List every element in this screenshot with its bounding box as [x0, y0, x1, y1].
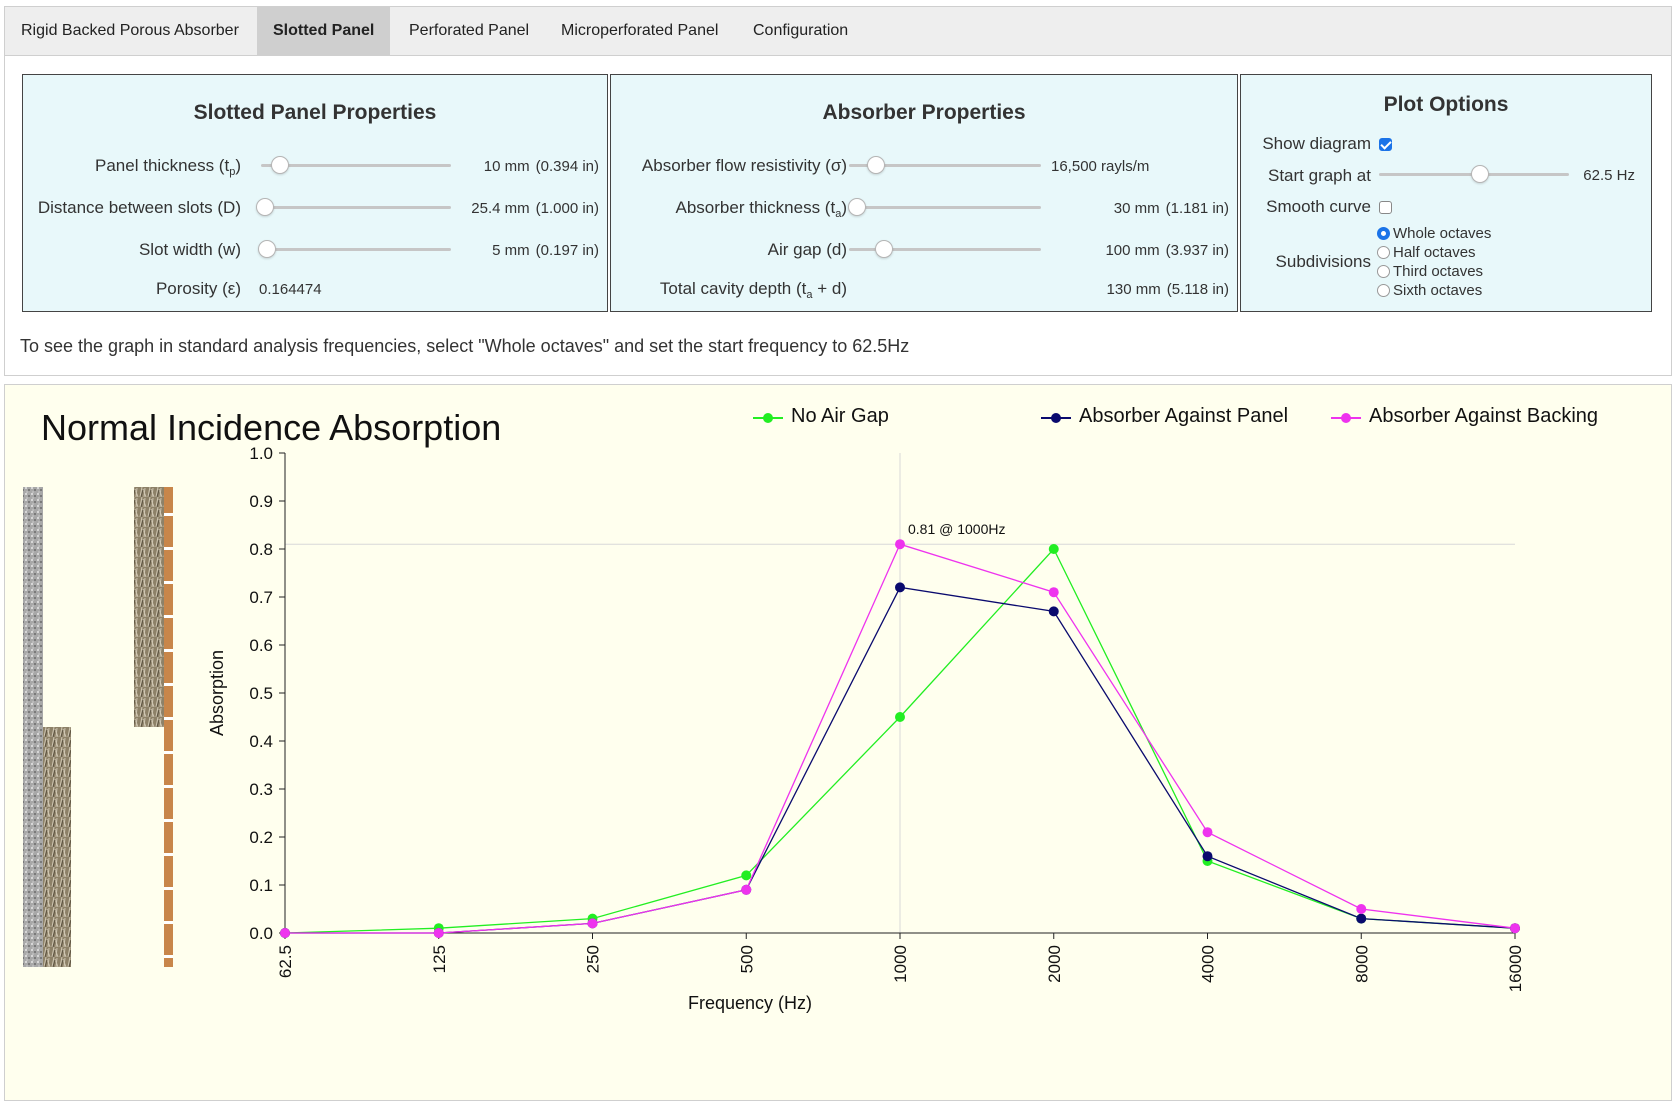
cavity-depth-label: Total cavity depth (ta + d)	[659, 279, 847, 301]
y-tick-label: 0.8	[249, 540, 273, 559]
smooth-curve-label: Smooth curve	[1266, 197, 1371, 216]
data-point[interactable]	[1356, 904, 1367, 914]
porosity-label: Porosity (ε)	[155, 279, 241, 298]
radio-third-octaves[interactable]: Third octaves	[1377, 263, 1483, 282]
smooth-curve-checkbox[interactable]	[1379, 201, 1392, 214]
data-point[interactable]	[1202, 851, 1213, 862]
slider-thumb[interactable]	[847, 198, 866, 216]
data-point[interactable]	[1356, 913, 1367, 924]
slot-distance-slider[interactable]	[255, 197, 451, 217]
absorber-properties: Absorber Properties Absorber flow resist…	[610, 74, 1238, 312]
slot-distance-value: 25.4 mm (1.000 in)	[471, 200, 599, 217]
x-tick-label: 250	[584, 945, 603, 973]
flow-resistivity-value: 16,500 rayls/m	[1051, 158, 1150, 175]
radio-button[interactable]	[1377, 246, 1390, 259]
air-gap-label: Air gap (d)	[767, 240, 847, 259]
air-gap-slider[interactable]	[849, 239, 1041, 259]
radio-whole-octaves[interactable]: Whole octaves	[1377, 225, 1491, 244]
y-tick-label: 0.0	[249, 924, 273, 943]
panel-thickness-label: Panel thickness (tp)	[95, 156, 241, 178]
data-point[interactable]	[1048, 544, 1059, 554]
x-tick-label: 4000	[1199, 945, 1218, 983]
slider-thumb[interactable]	[271, 156, 289, 174]
x-tick-label: 16000	[1506, 945, 1525, 992]
tab-bar: Rigid Backed Porous Absorber Slotted Pan…	[4, 6, 1672, 56]
y-tick-label: 0.6	[249, 636, 273, 655]
slider-thumb[interactable]	[257, 240, 276, 258]
start-graph-slider[interactable]	[1379, 164, 1569, 184]
subdivisions-label: Subdivisions	[1275, 252, 1371, 271]
x-tick-label: 500	[737, 945, 756, 973]
tab-perforated-panel[interactable]: Perforated Panel	[393, 7, 545, 55]
plot-options: Plot Options Show diagram Start graph at…	[1240, 74, 1652, 312]
data-point[interactable]	[895, 539, 905, 550]
panel-title: Plot Options	[1383, 93, 1509, 116]
data-point[interactable]	[741, 884, 752, 895]
slider-thumb[interactable]	[866, 156, 885, 174]
data-point[interactable]	[433, 928, 444, 938]
y-tick-label: 0.4	[249, 732, 273, 751]
slider-thumb[interactable]	[874, 240, 893, 258]
absorber-thickness-value: 30 mm (1.181 in)	[1113, 200, 1229, 217]
y-tick-label: 0.2	[249, 828, 273, 847]
panel-thickness-value: 10 mm (0.394 in)	[483, 158, 599, 175]
data-annotation: 0.81 @ 1000Hz	[908, 521, 1006, 537]
data-point[interactable]	[280, 928, 290, 938]
data-point[interactable]	[741, 870, 752, 881]
slot-width-value: 5 mm (0.197 in)	[492, 242, 599, 259]
air-gap-value: 100 mm (3.937 in)	[1105, 242, 1229, 259]
flow-resistivity-label: Absorber flow resistivity (σ)	[641, 156, 847, 175]
start-graph-value: 62.5 Hz	[1583, 167, 1635, 184]
panel-title: Slotted Panel Properties	[193, 101, 437, 124]
data-point[interactable]	[1202, 827, 1213, 838]
radio-button[interactable]	[1377, 265, 1390, 278]
y-tick-label: 0.1	[249, 876, 273, 895]
radio-half-octaves[interactable]: Half octaves	[1377, 244, 1476, 263]
panel-thickness-slider[interactable]	[261, 155, 451, 175]
tab-slotted-panel[interactable]: Slotted Panel	[257, 7, 391, 55]
panel-title: Absorber Properties	[822, 101, 1026, 124]
flow-resistivity-slider[interactable]	[849, 155, 1041, 175]
absorber-thickness-label: Absorber thickness (ta)	[675, 198, 847, 220]
x-tick-label: 62.5	[276, 945, 295, 978]
data-point[interactable]	[1048, 587, 1059, 598]
porosity-value: 0.164474	[259, 281, 322, 298]
y-tick-label: 0.5	[249, 684, 273, 703]
absorber-thickness-slider[interactable]	[847, 197, 1041, 217]
x-tick-label: 1000	[891, 945, 910, 983]
x-tick-label: 125	[430, 945, 449, 973]
y-tick-label: 0.9	[249, 492, 273, 511]
slot-distance-label: Distance between slots (D)	[37, 198, 241, 217]
radio-button[interactable]	[1377, 284, 1390, 297]
data-point[interactable]	[1048, 606, 1059, 617]
show-diagram-label: Show diagram	[1262, 134, 1371, 153]
slot-width-label: Slot width (w)	[138, 240, 241, 259]
data-point[interactable]	[1510, 923, 1520, 934]
y-tick-label: 0.7	[249, 588, 273, 607]
data-point[interactable]	[895, 582, 905, 593]
start-graph-label: Start graph at	[1267, 166, 1371, 185]
y-tick-label: 1.0	[249, 444, 273, 463]
tab-configuration[interactable]: Configuration	[737, 7, 864, 55]
slider-thumb[interactable]	[1470, 165, 1489, 183]
slot-width-slider[interactable]	[257, 239, 451, 259]
data-point[interactable]	[895, 712, 905, 722]
hint-text: To see the graph in standard analysis fr…	[20, 336, 910, 356]
radio-button[interactable]	[1377, 227, 1390, 240]
chart-area: Normal Incidence Absorption No Air Gap A…	[4, 384, 1672, 1101]
tab-rigid-backed-porous-absorber[interactable]: Rigid Backed Porous Absorber	[5, 7, 255, 55]
x-axis-title: Frequency (Hz)	[688, 993, 812, 1013]
slotted-panel-properties: Slotted Panel Properties Panel thickness…	[22, 74, 608, 312]
radio-sixth-octaves[interactable]: Sixth octaves	[1377, 282, 1482, 301]
y-axis-title: Absorption	[207, 650, 227, 736]
absorption-chart: 0.0 0.1 0.2 0.3 0.4 0.5 0.6 0.7 0.8 0.9 1.0 62.5 125…	[207, 444, 1525, 1013]
y-tick-label: 0.3	[249, 780, 273, 799]
tab-microperforated-panel[interactable]: Microperforated Panel	[545, 7, 734, 55]
show-diagram-checkbox[interactable]	[1379, 138, 1392, 151]
slider-thumb[interactable]	[255, 198, 274, 216]
x-tick-label: 2000	[1045, 945, 1064, 983]
cavity-depth-value: 130 mm (5.118 in)	[1106, 281, 1229, 298]
data-point[interactable]	[587, 918, 598, 929]
x-tick-label: 8000	[1352, 945, 1371, 983]
